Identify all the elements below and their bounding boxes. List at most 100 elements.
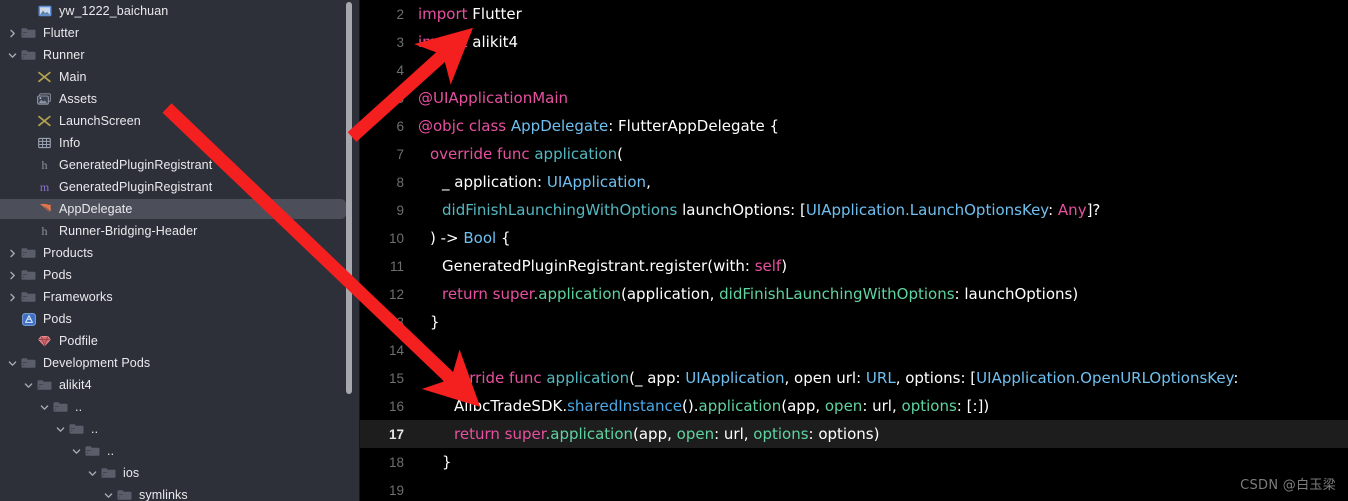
code-line[interactable]: 2 import Flutter — [360, 0, 1348, 28]
file-tree-item-generatedpluginregistrant[interactable]: h GeneratedPluginRegistrant — [0, 154, 360, 176]
file-tree-item-launchscreen[interactable]: LaunchScreen — [0, 110, 360, 132]
code-token: (app, — [781, 397, 825, 415]
assets-catalog-icon — [35, 93, 54, 105]
code-line[interactable]: 7 override func application( — [360, 140, 1348, 168]
chevron-right-icon[interactable] — [6, 29, 19, 38]
code-line[interactable]: 15 override func application(_ app: UIApp… — [360, 364, 1348, 392]
code-line-text: import Flutter — [418, 5, 522, 23]
file-tree-item-pods[interactable]: Pods — [0, 264, 360, 286]
chevron-down-icon[interactable] — [102, 491, 115, 500]
code-token: { — [496, 229, 511, 247]
code-line[interactable]: 14 — [360, 336, 1348, 364]
code-token: ]? — [1086, 201, 1101, 219]
file-tree-item-label: ios — [123, 466, 140, 480]
file-tree-item-pods[interactable]: Pods — [0, 308, 360, 330]
file-tree-item-products[interactable]: Products — [0, 242, 360, 264]
code-line[interactable]: 11 GeneratedPluginRegistrant.register(wit… — [360, 252, 1348, 280]
code-line[interactable]: 10) -> Bool { — [360, 224, 1348, 252]
code-token: open — [676, 425, 715, 443]
folder-icon — [51, 401, 70, 413]
code-line[interactable]: 4 — [360, 56, 1348, 84]
storyboard-icon — [35, 71, 54, 83]
code-line-text: } — [418, 313, 440, 331]
code-line[interactable]: 18} — [360, 448, 1348, 476]
file-tree-item-alikit4[interactable]: alikit4 — [0, 374, 360, 396]
project-file-tree[interactable]: yw_1222_baichuan Flutter Runner Main Assets L… — [0, 0, 360, 501]
folder-icon — [19, 269, 38, 281]
file-tree-item-main[interactable]: Main — [0, 66, 360, 88]
code-line-text: @UIApplicationMain — [418, 89, 568, 107]
code-line[interactable]: 8 _ application: UIApplication, — [360, 168, 1348, 196]
code-line-text: AlibcTradeSDK.sharedInstance().applicati… — [418, 397, 989, 415]
file-tree-item-[interactable]: .. — [0, 396, 360, 418]
code-line[interactable]: 16 AlibcTradeSDK.sharedInstance().applica… — [360, 392, 1348, 420]
code-token: options — [901, 397, 957, 415]
code-line-current[interactable]: 17 return super.application(app, open: ur… — [360, 420, 1348, 448]
code-token: Any — [1057, 201, 1087, 219]
file-tree-item-label: Pods — [43, 312, 72, 326]
sidebar-scrollbar[interactable] — [346, 2, 352, 394]
chevron-down-icon[interactable] — [54, 425, 67, 434]
chevron-down-icon[interactable] — [70, 447, 83, 456]
chevron-right-icon[interactable] — [6, 249, 19, 258]
line-number: 13 — [388, 314, 404, 330]
code-token: : FlutterAppDelegate { — [608, 117, 780, 135]
chevron-down-icon[interactable] — [22, 381, 35, 390]
code-line[interactable]: 3 import alikit4 — [360, 28, 1348, 56]
code-line[interactable]: 19 — [360, 476, 1348, 501]
code-token: UIApplication.LaunchOptionsKey — [805, 201, 1049, 219]
code-token: didFinishLaunchingWithOptions — [719, 285, 955, 303]
file-tree-item-[interactable]: .. — [0, 440, 360, 462]
chevron-down-icon[interactable] — [6, 359, 19, 368]
file-tree-item-runner[interactable]: Runner — [0, 44, 360, 66]
file-tree-item-label: Frameworks — [43, 290, 113, 304]
file-tree-item-[interactable]: .. — [0, 418, 360, 440]
code-line[interactable]: 12 return super.application(application, … — [360, 280, 1348, 308]
code-token: self — [754, 257, 782, 275]
code-line[interactable]: 13} — [360, 308, 1348, 336]
file-tree-item-label: Runner — [43, 48, 85, 62]
code-token: override func — [442, 369, 547, 387]
file-tree-item-development-pods[interactable]: Development Pods — [0, 352, 360, 374]
code-line[interactable]: 9 didFinishLaunchingWithOptions launchOpt… — [360, 196, 1348, 224]
code-token: : launchOptions) — [954, 285, 1079, 303]
line-number: 16 — [388, 398, 404, 414]
code-lines-container[interactable]: 2 import Flutter 3 import alikit4 4 5 @UIAppli… — [360, 0, 1348, 501]
code-line-text: didFinishLaunchingWithOptions launchOpti… — [418, 201, 1100, 219]
file-tree-item-frameworks[interactable]: Frameworks — [0, 286, 360, 308]
file-tree-item-yw-1222-baichuan[interactable]: yw_1222_baichuan — [0, 0, 360, 22]
file-tree-item-flutter[interactable]: Flutter — [0, 22, 360, 44]
file-tree-item-podfile[interactable]: Podfile — [0, 330, 360, 352]
file-tree-item-label: LaunchScreen — [59, 114, 141, 128]
line-number: 10 — [388, 230, 404, 246]
file-tree-item-runner-bridging-header[interactable]: h Runner-Bridging-Header — [0, 220, 360, 242]
chevron-down-icon[interactable] — [6, 51, 19, 60]
code-token: .application — [545, 425, 634, 443]
code-token: UIApplication — [685, 369, 785, 387]
file-tree-item-label: .. — [75, 400, 83, 414]
project-navigator-sidebar[interactable]: yw_1222_baichuan Flutter Runner Main Assets L… — [0, 0, 360, 501]
swift-file-icon — [35, 203, 54, 215]
chevron-down-icon[interactable] — [86, 469, 99, 478]
code-line[interactable]: 6 @objc class AppDelegate: FlutterAppDele… — [360, 112, 1348, 140]
code-token: import — [418, 33, 473, 51]
file-tree-item-ios[interactable]: ios — [0, 462, 360, 484]
folder-icon — [19, 357, 38, 369]
file-tree-item-generatedpluginregistrant[interactable]: m GeneratedPluginRegistrant — [0, 176, 360, 198]
code-line[interactable]: 5 @UIApplicationMain — [360, 84, 1348, 112]
chevron-right-icon[interactable] — [6, 293, 19, 302]
file-tree-item-assets[interactable]: Assets — [0, 88, 360, 110]
chevron-right-icon[interactable] — [6, 271, 19, 280]
code-editor[interactable]: 2 import Flutter 3 import alikit4 4 5 @UIAppli… — [360, 0, 1348, 501]
chevron-down-icon[interactable] — [38, 403, 51, 412]
file-tree-item-symlinks[interactable]: symlinks — [0, 484, 360, 501]
file-tree-item-label: .. — [91, 422, 99, 436]
line-number: 19 — [388, 482, 404, 498]
file-tree-item-info[interactable]: Info — [0, 132, 360, 154]
code-token: didFinishLaunchingWithOptions — [442, 201, 678, 219]
file-tree-item-appdelegate[interactable]: AppDelegate — [0, 198, 360, 220]
line-number: 12 — [388, 286, 404, 302]
image-asset-icon — [35, 5, 54, 17]
code-token: ( — [617, 145, 623, 163]
code-token: GeneratedPluginRegistrant.register(with: — [442, 257, 755, 275]
